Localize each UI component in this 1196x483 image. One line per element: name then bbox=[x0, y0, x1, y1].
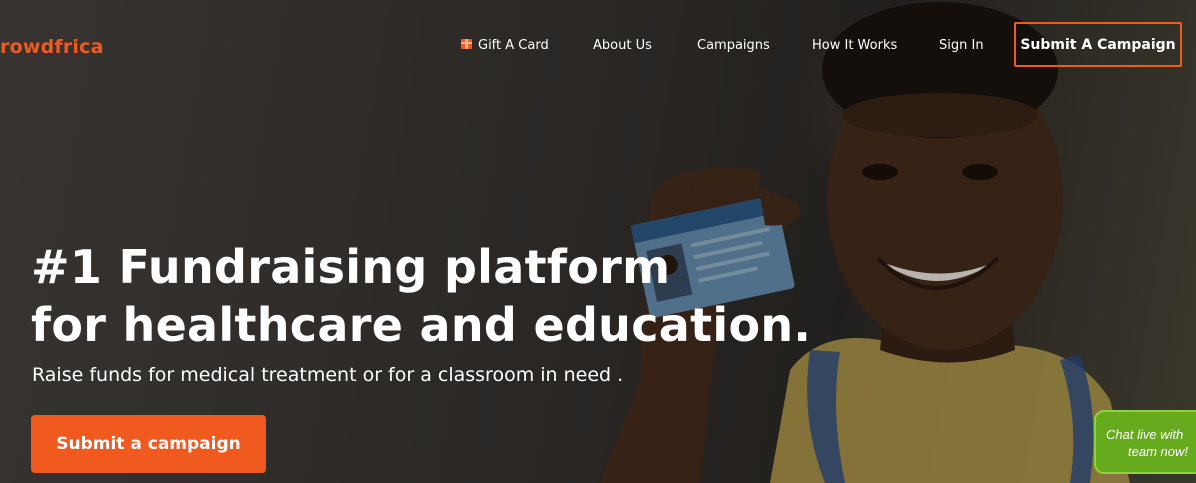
chat-widget-line1: Chat live with bbox=[1106, 427, 1184, 442]
nav-item-campaigns[interactable]: Campaigns bbox=[697, 38, 770, 53]
nav-item-sign-in[interactable]: Sign In bbox=[939, 38, 984, 53]
submit-campaign-hero-button[interactable]: Submit a campaign bbox=[31, 415, 266, 473]
nav-item-label: Gift A Card bbox=[478, 38, 549, 53]
chat-widget-button[interactable]: Chat live with team now! bbox=[1094, 410, 1196, 474]
nav-item-how-it-works[interactable]: How It Works bbox=[812, 38, 897, 53]
hero-subheadline: Raise funds for medical treatment or for… bbox=[32, 364, 624, 386]
hero-headline: #1 Fundraising platform for healthcare a… bbox=[31, 238, 811, 354]
hero-headline-line1: #1 Fundraising platform bbox=[31, 240, 671, 294]
hero-headline-line2: for healthcare and education. bbox=[31, 298, 812, 352]
nav-item-gift-a-card[interactable]: Gift A Card bbox=[461, 38, 549, 53]
nav-item-about-us[interactable]: About Us bbox=[593, 38, 652, 53]
chat-widget-line2: team now! bbox=[1128, 444, 1188, 459]
gift-icon bbox=[461, 39, 472, 49]
submit-campaign-nav-button[interactable]: Submit A Campaign bbox=[1014, 22, 1182, 67]
